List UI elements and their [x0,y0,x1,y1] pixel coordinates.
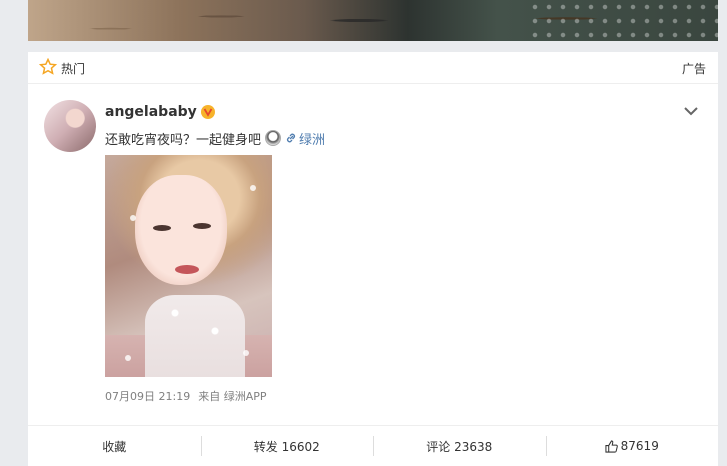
author-name[interactable]: angelababy [105,104,197,120]
avatar[interactable] [44,100,96,152]
ad-label[interactable]: 广告 [682,60,706,77]
post-photo[interactable] [105,155,272,377]
thumbs-up-icon [605,439,618,453]
photo-collar [145,295,245,377]
photo-sparkle [250,185,256,191]
oasis-link[interactable]: 绿洲 [299,129,325,148]
photo-face [135,175,227,285]
photo-eye-right [193,223,211,229]
photo-lips [175,265,199,274]
hot-label: 热门 [61,62,86,76]
post-meta: 07月09日 21:19 来自 绿洲APP [105,388,267,404]
previous-post-image[interactable] [28,0,727,41]
photo-sparkle [243,350,249,356]
like-count: 87619 [620,439,659,453]
verified-v-icon [200,105,215,119]
image-pattern [528,0,727,41]
photo-sparkle [125,355,131,361]
repost-label: 转发 16602 [253,439,320,454]
comment-button[interactable]: 评论 23638 [373,426,546,466]
action-bar: 收藏 转发 16602 评论 23638 87619 [28,425,718,466]
post-text: 还敢吃宵夜吗？一起健身吧 绿洲 [105,128,325,148]
comment-label: 评论 23638 [426,439,493,454]
like-button[interactable]: 87619 [545,426,719,466]
favorite-label: 收藏 [102,439,127,454]
repost-button[interactable]: 转发 16602 [200,426,374,466]
photo-sparkle [130,215,136,221]
post-source[interactable]: 来自 绿洲APP [198,388,266,404]
chevron-down-icon[interactable] [684,106,698,116]
mention-avatar-icon[interactable] [265,130,282,146]
link-icon [286,133,296,143]
post-body: 还敢吃宵夜吗？一起健身吧 [105,132,262,148]
author-row: angelababy [105,102,215,122]
hot-header: 热门 广告 [28,52,718,84]
star-icon [39,58,57,75]
post-timestamp[interactable]: 07月09日 21:19 [105,388,190,404]
weibo-post-card: 热门 广告 angelababy 还敢吃宵夜吗？一起健身吧 绿洲 07月09日 … [28,52,718,466]
favorite-button[interactable]: 收藏 [28,426,201,466]
photo-eye-left [153,225,171,231]
